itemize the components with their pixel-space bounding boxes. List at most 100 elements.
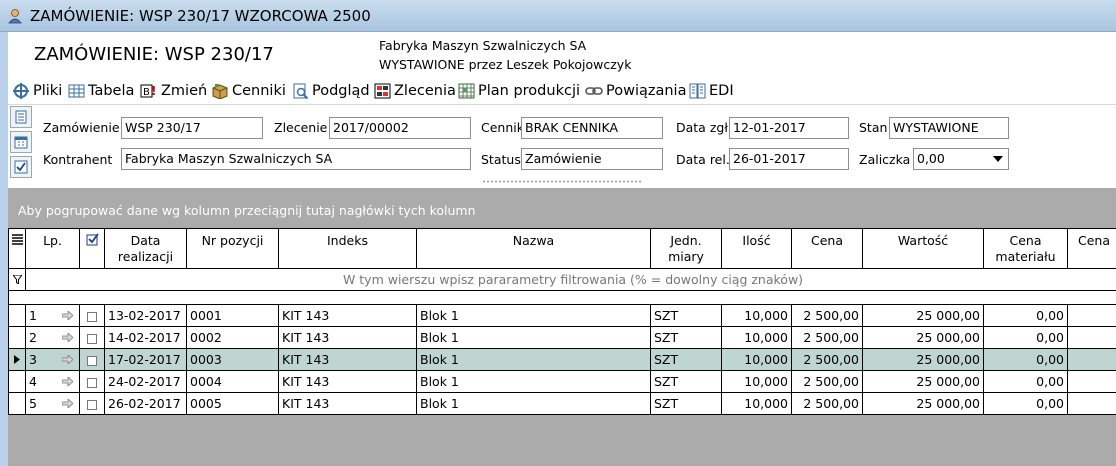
data-rel-field[interactable]: 26-01-2017 bbox=[729, 148, 849, 170]
zamowienie-label: Zamówienie bbox=[43, 120, 120, 135]
cennik-field[interactable]: BRAK CENNIKA bbox=[521, 117, 663, 139]
side-tab-checklist[interactable] bbox=[10, 156, 32, 178]
cell-ilosc: 10,000 bbox=[721, 304, 792, 327]
cell-ilosc: 10,000 bbox=[721, 392, 792, 415]
toolbar-cenniki-label: Cenniki bbox=[232, 83, 286, 99]
toolbar-powiazania-button[interactable]: Powiązania bbox=[585, 80, 686, 102]
column-header-indeks[interactable]: Indeks bbox=[278, 228, 417, 269]
production-plan-icon bbox=[458, 83, 475, 99]
checkbox-icon bbox=[87, 333, 97, 344]
row-checkbox[interactable] bbox=[79, 370, 105, 393]
grid-spacer-row bbox=[8, 290, 1116, 305]
zaliczka-value: 0,00 bbox=[917, 151, 945, 166]
cell-nr-pozycji: 0004 bbox=[186, 370, 279, 393]
details-tab-icon bbox=[15, 110, 27, 124]
zlecenie-field[interactable]: 2017/00002 bbox=[329, 117, 471, 139]
row-open-arrow-icon[interactable] bbox=[62, 377, 73, 386]
cell-ilosc: 10,000 bbox=[721, 370, 792, 393]
issued-by-text: WYSTAWIONE przez Leszek Pokojowczyk bbox=[379, 57, 632, 72]
app-user-icon bbox=[8, 9, 22, 24]
toolbar-pliki-button[interactable]: Pliki bbox=[12, 80, 62, 102]
row-open-arrow-icon[interactable] bbox=[62, 399, 73, 408]
cell-cena-extra bbox=[1067, 348, 1116, 371]
cell-wartosc: 25 000,00 bbox=[862, 392, 984, 415]
column-header-cena-extra[interactable]: Cena bbox=[1067, 228, 1116, 269]
svg-text:!: ! bbox=[151, 84, 156, 98]
stan-field[interactable]: WYSTAWIONE bbox=[889, 117, 1009, 139]
toolbar-zlecenia-button[interactable]: Zlecenia bbox=[374, 80, 456, 102]
cell-cena: 2 500,00 bbox=[791, 304, 863, 327]
column-header-data-realizacji[interactable]: Data realizacji bbox=[104, 228, 187, 269]
calendar-tab-icon bbox=[14, 136, 28, 149]
row-open-arrow-icon[interactable] bbox=[62, 311, 73, 320]
toolbar-plan-produkcji-button[interactable]: Plan produkcji bbox=[458, 80, 580, 102]
kontrahent-field[interactable]: Fabryka Maszyn Szwalniczych SA bbox=[121, 148, 471, 170]
cell-indeks: KIT 143 bbox=[278, 326, 417, 349]
zamowienie-field[interactable]: WSP 230/17 bbox=[121, 117, 263, 139]
checkbox-icon bbox=[87, 355, 97, 366]
side-tab-details[interactable] bbox=[10, 106, 32, 128]
row-indicator bbox=[8, 326, 26, 349]
table-row[interactable]: 5 26-02-2017 0005 KIT 143 Blok 1 SZT 10,… bbox=[8, 392, 1116, 415]
cell-wartosc: 25 000,00 bbox=[862, 370, 984, 393]
toolbar-plan-produkcji-label: Plan produkcji bbox=[478, 83, 580, 99]
chevron-down-icon[interactable] bbox=[993, 156, 1003, 163]
table-row-selected[interactable]: 3 17-02-2017 0003 KIT 143 Blok 1 SZT 10,… bbox=[8, 348, 1116, 371]
cell-indeks: KIT 143 bbox=[278, 304, 417, 327]
stan-label: Stan bbox=[859, 120, 888, 135]
row-checkbox[interactable] bbox=[79, 348, 105, 371]
filter-row[interactable]: W tym wierszu wpisz pararametry filtrowa… bbox=[8, 268, 1116, 291]
row-checkbox[interactable] bbox=[79, 304, 105, 327]
column-header-cena-materialu[interactable]: Cena materiału bbox=[983, 228, 1068, 269]
column-header-lp[interactable]: Lp. bbox=[25, 228, 80, 269]
cell-indeks: KIT 143 bbox=[278, 370, 417, 393]
link-icon bbox=[585, 87, 603, 95]
toolbar-tabela-button[interactable]: Tabela bbox=[68, 80, 134, 102]
row-checkbox[interactable] bbox=[79, 326, 105, 349]
column-header-cena[interactable]: Cena bbox=[791, 228, 863, 269]
cell-jedn-miary: SZT bbox=[650, 392, 722, 415]
table-row[interactable]: 2 14-02-2017 0002 KIT 143 Blok 1 SZT 10,… bbox=[8, 326, 1116, 349]
cell-cena-materialu: 0,00 bbox=[983, 370, 1068, 393]
files-icon bbox=[13, 83, 29, 99]
window-title: ZAMÓWIENIE: WSP 230/17 WZORCOWA 2500 bbox=[30, 7, 371, 25]
pricelist-icon bbox=[212, 84, 228, 99]
cell-data-realizacji: 17-02-2017 bbox=[104, 348, 187, 371]
row-open-arrow-icon[interactable] bbox=[62, 333, 73, 342]
column-chooser-button[interactable] bbox=[8, 228, 26, 269]
cell-cena: 2 500,00 bbox=[791, 370, 863, 393]
row-indicator bbox=[8, 348, 26, 371]
toolbar-zmien-label: Zmień bbox=[161, 83, 208, 99]
row-open-arrow-icon[interactable] bbox=[62, 355, 73, 364]
toolbar-cenniki-button[interactable]: Cenniki bbox=[211, 80, 286, 102]
column-header-jedn-miary[interactable]: Jedn. miary bbox=[650, 228, 722, 269]
cell-jedn-miary: SZT bbox=[650, 370, 722, 393]
column-header-nr-pozycji[interactable]: Nr pozycji bbox=[186, 228, 279, 269]
side-tab-calendar[interactable] bbox=[10, 131, 32, 153]
column-header-wartosc[interactable]: Wartość bbox=[862, 228, 984, 269]
checkbox-icon bbox=[87, 399, 97, 410]
row-checkbox[interactable] bbox=[79, 392, 105, 415]
data-zgl-field[interactable]: 12-01-2017 bbox=[729, 117, 849, 139]
toolbar-edi-button[interactable]: EDI bbox=[689, 80, 734, 102]
filter-row-hint[interactable]: W tym wierszu wpisz pararametry filtrowa… bbox=[25, 268, 1116, 291]
group-by-hint: Aby pogrupować dane wg kolumn przeciągni… bbox=[18, 203, 476, 218]
grid-header-row: Lp. Data realizacji Nr pozycji Indeks Na… bbox=[8, 228, 1116, 269]
cell-data-realizacji: 26-02-2017 bbox=[104, 392, 187, 415]
cell-ilosc: 10,000 bbox=[721, 348, 792, 371]
column-header-ilosc[interactable]: Ilość bbox=[721, 228, 792, 269]
table-row[interactable]: 4 24-02-2017 0004 KIT 143 Blok 1 SZT 10,… bbox=[8, 370, 1116, 393]
toolbar-podglad-button[interactable]: Podgląd bbox=[292, 80, 370, 102]
cell-cena-extra bbox=[1067, 392, 1116, 415]
panel-splitter-grip[interactable] bbox=[482, 180, 642, 183]
toolbar-zmien-button[interactable]: B! Zmień bbox=[140, 80, 207, 102]
table-row[interactable]: 1 13-02-2017 0001 KIT 143 Blok 1 SZT 10,… bbox=[8, 304, 1116, 327]
column-header-nazwa[interactable]: Nazwa bbox=[416, 228, 651, 269]
cell-nazwa: Blok 1 bbox=[416, 304, 651, 327]
status-field[interactable]: Zamówienie bbox=[521, 148, 663, 170]
cell-cena-extra bbox=[1067, 370, 1116, 393]
cell-jedn-miary: SZT bbox=[650, 348, 722, 371]
column-header-check[interactable] bbox=[79, 228, 105, 269]
cell-ilosc: 10,000 bbox=[721, 326, 792, 349]
select-all-checkbox-icon bbox=[86, 233, 99, 246]
